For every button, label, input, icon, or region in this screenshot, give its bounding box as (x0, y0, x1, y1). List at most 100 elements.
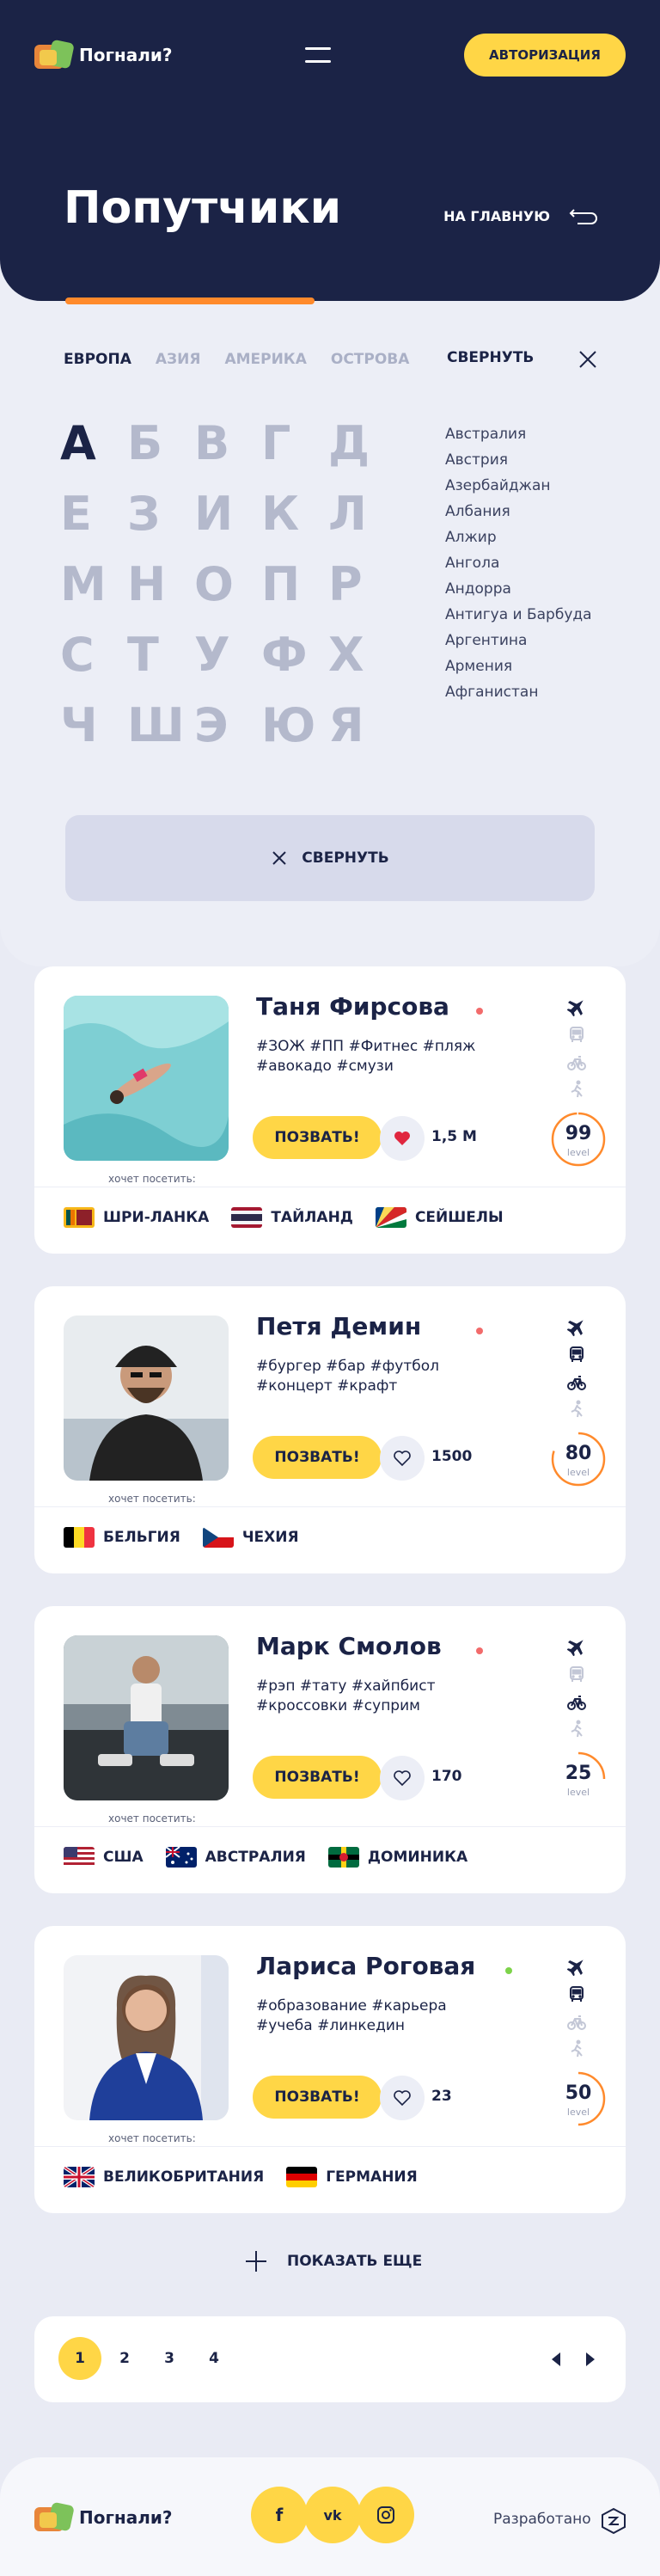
bicycle-icon (567, 1696, 586, 1710)
destination-list: БЕЛЬГИЯ ЧЕХИЯ (64, 1527, 299, 1548)
traveler-name[interactable]: Лариса Роговая (256, 1952, 475, 1980)
logo[interactable]: Погнали? (34, 39, 173, 71)
country-item[interactable]: Армения (445, 653, 592, 679)
destination-item[interactable]: ДОМИНИКА (327, 1847, 468, 1868)
letter-7[interactable]: И (194, 490, 261, 538)
letter-23[interactable]: Ю (261, 702, 328, 750)
home-link[interactable]: НА ГЛАВНУЮ (443, 206, 598, 225)
destination-name: ЧЕХИЯ (241, 1529, 299, 1546)
destination-item[interactable]: СЕЙШЕЛЫ (375, 1207, 504, 1228)
avatar[interactable] (64, 1955, 229, 2120)
letter-24[interactable]: Я (328, 702, 395, 750)
traveler-name[interactable]: Марк Смолов (256, 1632, 442, 1660)
like-button[interactable] (380, 1436, 425, 1481)
letter-5[interactable]: Е (60, 490, 127, 538)
next-page-icon[interactable] (584, 2351, 596, 2368)
letter-8[interactable]: К (261, 490, 328, 538)
page-3[interactable]: 3 (148, 2337, 191, 2380)
country-item[interactable]: Азербайджан (445, 473, 592, 499)
tab-america[interactable]: АМЕРИКА (224, 351, 306, 368)
destination-item[interactable]: ГЕРМАНИЯ (286, 2167, 418, 2187)
avatar[interactable] (64, 996, 229, 1161)
collapse-filter-link[interactable]: СВЕРНУТЬ (447, 349, 534, 366)
letter-19[interactable]: Х (328, 631, 395, 679)
tab-europe[interactable]: ЕВРОПА (64, 351, 131, 368)
like-button[interactable] (380, 1116, 425, 1161)
country-item[interactable]: Андорра (445, 576, 592, 602)
letter-11[interactable]: Н (127, 561, 194, 609)
letter-12[interactable]: О (194, 561, 261, 609)
country-item[interactable]: Албания (445, 499, 592, 524)
show-more-button[interactable]: ПОКАЗАТЬ ЕЩЕ (244, 2249, 422, 2273)
auth-button[interactable]: АВТОРИЗАЦИЯ (463, 34, 626, 77)
menu-icon[interactable] (305, 47, 332, 63)
collapse-filter-button[interactable]: СВЕРНУТЬ (65, 815, 595, 901)
letter-4[interactable]: Д (328, 420, 395, 468)
letter-9[interactable]: Л (328, 490, 395, 538)
letter-22[interactable]: Э (194, 702, 261, 750)
letter-1[interactable]: Б (127, 420, 194, 468)
traveler-name[interactable]: Петя Демин (256, 1312, 421, 1340)
page-1[interactable]: 1 (58, 2337, 101, 2380)
avatar[interactable] (64, 1316, 229, 1481)
destination-name: ВЕЛИКОБРИТАНИЯ (103, 2168, 265, 2186)
country-item[interactable]: Алжир (445, 524, 592, 550)
letter-2[interactable]: В (194, 420, 261, 468)
traveler-name[interactable]: Таня Фирсова (256, 992, 449, 1021)
traveler-card: Марк Смолов #рэп #тату #хайпбист #кроссо… (34, 1606, 626, 1893)
destination-list: ВЕЛИКОБРИТАНИЯ ГЕРМАНИЯ (64, 2167, 418, 2187)
letter-21[interactable]: Ш (127, 702, 194, 750)
invite-button[interactable]: ПОЗВАТЬ! (253, 1116, 382, 1159)
page-title: Попутчики (64, 182, 342, 234)
invite-button[interactable]: ПОЗВАТЬ! (253, 1756, 382, 1799)
footer-logo-text: Погнали? (79, 2507, 173, 2528)
country-item[interactable]: Австрия (445, 447, 592, 473)
title-underline (65, 297, 315, 304)
destination-item[interactable]: ШРИ-ЛАНКА (64, 1207, 209, 1228)
return-arrow-icon (569, 206, 598, 225)
plane-icon (567, 1640, 584, 1656)
prev-page-icon[interactable] (550, 2351, 562, 2368)
instagram-icon[interactable] (358, 2487, 414, 2543)
letter-3[interactable]: Г (261, 420, 328, 468)
letter-20[interactable]: Ч (60, 702, 127, 750)
destination-item[interactable]: ТАЙЛАНД (231, 1207, 353, 1228)
letter-13[interactable]: П (261, 561, 328, 609)
letter-18[interactable]: Ф (261, 631, 328, 679)
tab-islands[interactable]: ОСТРОВА (331, 351, 410, 368)
letter-14[interactable]: Р (328, 561, 395, 609)
tab-asia[interactable]: АЗИЯ (156, 351, 201, 368)
close-icon[interactable] (576, 347, 600, 371)
vk-icon[interactable]: vk (304, 2487, 361, 2543)
like-button[interactable] (380, 1756, 425, 1800)
page-4[interactable]: 4 (192, 2337, 235, 2380)
country-item[interactable]: Аргентина (445, 628, 592, 653)
destination-item[interactable]: АВСТРАЛИЯ (165, 1847, 306, 1868)
invite-button[interactable]: ПОЗВАТЬ! (253, 2076, 382, 2119)
seychelles-flag (375, 1207, 406, 1228)
page-2[interactable]: 2 (103, 2337, 146, 2380)
show-more-label: ПОКАЗАТЬ ЕЩЕ (287, 2253, 423, 2270)
letter-10[interactable]: М (60, 561, 127, 609)
footer-logo[interactable]: Погнали? (34, 2501, 173, 2533)
letter-15[interactable]: С (60, 631, 127, 679)
destination-item[interactable]: БЕЛЬГИЯ (64, 1527, 180, 1548)
facebook-icon[interactable]: f (251, 2487, 308, 2543)
transport-icons (567, 1637, 586, 1739)
destination-item[interactable]: США (64, 1847, 144, 1868)
like-button[interactable] (380, 2076, 425, 2120)
avatar[interactable] (64, 1635, 229, 1800)
destination-item[interactable]: ВЕЛИКОБРИТАНИЯ (64, 2167, 264, 2187)
walking-icon (571, 2039, 583, 2058)
letter-16[interactable]: Т (127, 631, 194, 679)
letter-17[interactable]: У (194, 631, 261, 679)
destination-item[interactable]: ЧЕХИЯ (202, 1527, 299, 1548)
country-item[interactable]: Австралия (445, 421, 592, 447)
letter-0[interactable]: А (60, 420, 127, 468)
country-item[interactable]: Афганистан (445, 679, 592, 705)
letter-6[interactable]: З (127, 490, 194, 538)
country-item[interactable]: Антигуа и Барбуда (445, 602, 592, 628)
invite-button[interactable]: ПОЗВАТЬ! (253, 1436, 382, 1479)
country-item[interactable]: Ангола (445, 550, 592, 576)
developer-logo-icon[interactable] (600, 2507, 627, 2535)
